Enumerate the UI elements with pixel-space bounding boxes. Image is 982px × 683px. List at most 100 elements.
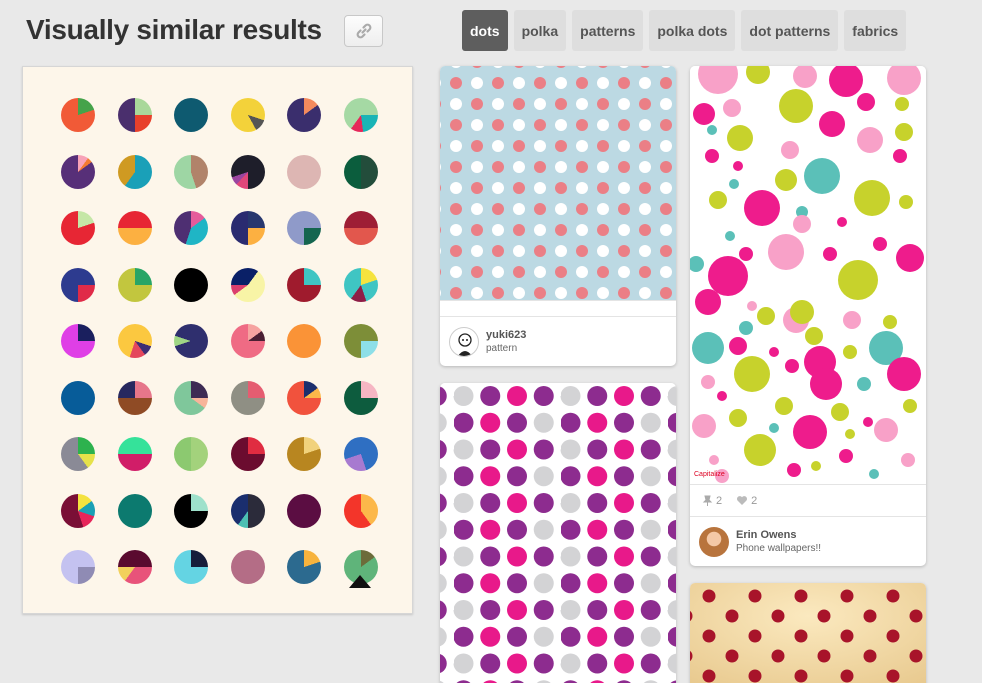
confetti-dot (804, 158, 840, 194)
confetti-dot (769, 423, 779, 433)
confetti-dot (723, 99, 741, 117)
pie-dot (174, 324, 208, 358)
pie-dot (343, 493, 378, 528)
board-name[interactable]: pattern (486, 342, 526, 356)
tag-patterns[interactable]: patterns (572, 10, 644, 51)
confetti-dot (707, 125, 717, 135)
pie-dot (61, 437, 95, 471)
confetti-dot (693, 103, 715, 125)
confetti-dot (744, 434, 776, 466)
pie-dot (287, 154, 321, 189)
confetti-dot (734, 356, 770, 392)
pie-dot (287, 267, 321, 302)
pin-card[interactable] (690, 583, 926, 683)
tag-polka-dots[interactable]: polka dots (649, 10, 736, 51)
confetti-dot (793, 215, 811, 233)
pie-dot (230, 267, 265, 302)
page-title: Visually similar results (26, 14, 322, 45)
pin-card[interactable]: yuki623 pattern (440, 66, 676, 366)
pie-dot (117, 211, 152, 245)
pie-dot (117, 437, 152, 471)
pie-dot (174, 98, 208, 132)
confetti-dot (733, 161, 743, 171)
confetti-dot (709, 455, 719, 465)
pinner-name[interactable]: Erin Owens (736, 528, 821, 542)
pie-dot (230, 98, 265, 132)
pie-dot (230, 380, 265, 415)
pin-card[interactable] (440, 383, 676, 683)
pinner-name[interactable]: yuki623 (486, 328, 526, 342)
confetti-dot (819, 111, 845, 137)
pie-dot (61, 380, 95, 415)
pie-dot (117, 550, 152, 584)
tag-dots[interactable]: dots (462, 10, 508, 51)
copy-link-button[interactable] (344, 15, 383, 47)
confetti-dot (744, 190, 780, 226)
confetti-dot (709, 191, 727, 209)
confetti-dot (775, 169, 797, 191)
pie-dot (287, 211, 321, 245)
pie-dot (174, 550, 208, 584)
confetti-dot (887, 357, 921, 391)
pin-image[interactable] (440, 383, 676, 683)
confetti-dot (708, 256, 748, 296)
confetti-dot (729, 337, 747, 355)
pie-dot (117, 493, 152, 528)
pie-dot (61, 324, 95, 358)
pie-dot (61, 211, 95, 245)
pie-dot (230, 493, 265, 528)
tag-polka[interactable]: polka (513, 10, 567, 51)
pie-dot-grid (61, 98, 378, 584)
pin-stats: 2 2 (690, 484, 926, 516)
tag-dot-patterns[interactable]: dot patterns (741, 10, 839, 51)
confetti-dot (790, 300, 814, 324)
pie-dot (117, 154, 152, 189)
pie-dot (343, 98, 378, 132)
pie-dot (287, 493, 321, 528)
pie-dot (117, 380, 152, 415)
board-name[interactable]: Phone wallpapers!! (736, 542, 821, 556)
pin-image[interactable] (690, 66, 926, 484)
pie-dot (287, 380, 321, 415)
confetti-dot (838, 260, 878, 300)
confetti-dot (692, 332, 724, 364)
pie-dot (174, 267, 208, 302)
heart-icon (736, 495, 748, 506)
pie-dot (230, 324, 265, 358)
pin-image[interactable] (690, 583, 926, 683)
confetti-dot (873, 237, 887, 251)
pie-dot (230, 154, 265, 189)
confetti-dot (837, 217, 847, 227)
pin-icon (702, 495, 713, 506)
avatar[interactable] (449, 326, 479, 357)
related-tags: dots polka patterns polka dots dot patte… (462, 10, 907, 51)
pie-dot (287, 98, 321, 132)
confetti-dot (739, 247, 753, 261)
confetti-dot (775, 397, 793, 415)
like-count[interactable]: 2 (736, 495, 757, 507)
avatar[interactable] (699, 526, 729, 557)
confetti-dot (863, 417, 873, 427)
confetti-dot (781, 141, 799, 159)
tag-fabrics[interactable]: fabrics (844, 10, 907, 51)
source-image[interactable] (22, 66, 413, 614)
pin-image[interactable] (440, 66, 676, 300)
confetti-dot (729, 179, 739, 189)
pie-dot (343, 324, 378, 358)
confetti-dot (895, 123, 913, 141)
repin-count[interactable]: 2 (702, 495, 722, 507)
pie-dot (343, 154, 378, 189)
confetti-dot (823, 247, 837, 261)
pin-card[interactable]: Capitalize 2 2 Erin Owens Phone wallpape… (690, 66, 926, 566)
confetti-dot (727, 125, 753, 151)
pie-dot (61, 550, 95, 584)
pie-dot (343, 380, 378, 415)
pin-attribution[interactable]: Erin Owens Phone wallpapers!! (690, 516, 926, 566)
pie-dot (230, 437, 265, 471)
confetti-dot (857, 377, 871, 391)
confetti-dot (769, 347, 779, 357)
confetti-dot (869, 469, 879, 479)
confetti-dot (729, 409, 747, 427)
pin-attribution[interactable]: yuki623 pattern (440, 316, 676, 366)
confetti-dot (695, 289, 721, 315)
